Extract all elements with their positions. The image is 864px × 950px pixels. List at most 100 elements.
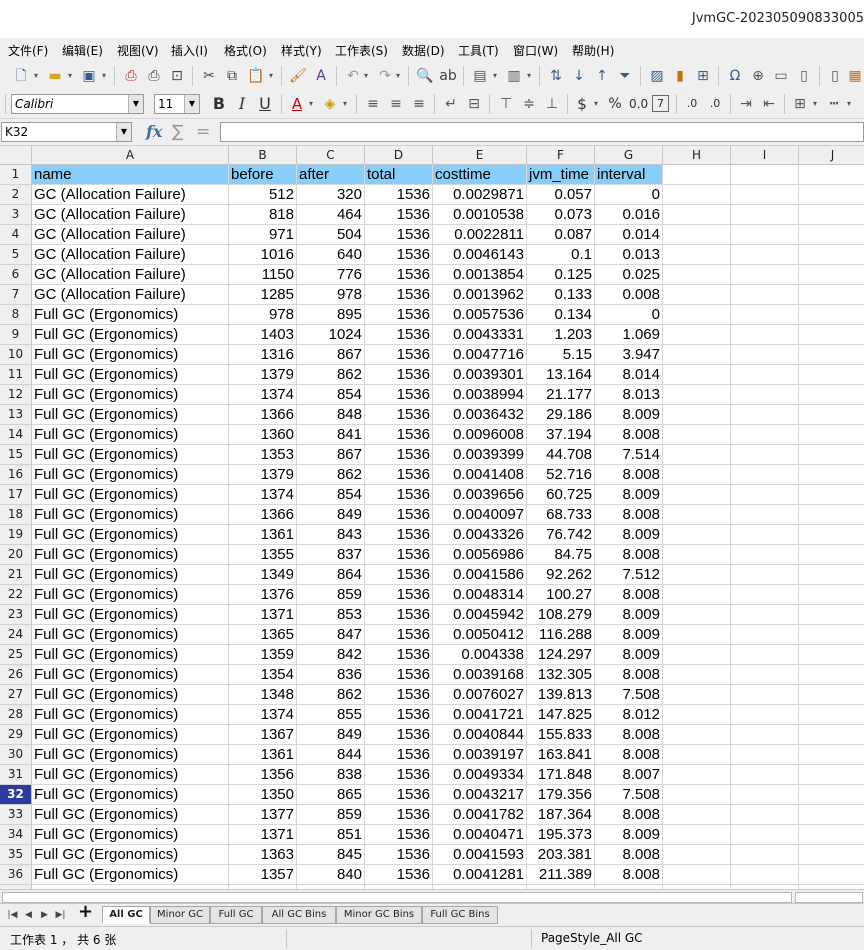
- data-cell[interactable]: 0.0039399: [433, 445, 527, 465]
- data-cell[interactable]: 0.0045942: [433, 605, 527, 625]
- data-cell[interactable]: 1536: [365, 785, 433, 805]
- data-cell[interactable]: 76.742: [527, 525, 595, 545]
- menu-item-6[interactable]: 工作表(S): [335, 42, 388, 59]
- data-cell[interactable]: 845: [297, 845, 365, 865]
- data-cell[interactable]: 838: [297, 765, 365, 785]
- empty-cell[interactable]: [731, 585, 799, 605]
- horizontal-scroll-thumb-right[interactable]: [795, 892, 863, 903]
- row-header[interactable]: 23: [0, 605, 32, 625]
- data-cell[interactable]: 1536: [365, 325, 433, 345]
- spelling-icon[interactable]: ab: [439, 67, 457, 85]
- data-cell[interactable]: 0.0036432: [433, 405, 527, 425]
- row-header[interactable]: 29: [0, 725, 32, 745]
- empty-cell[interactable]: [663, 825, 731, 845]
- column-header-f[interactable]: F: [527, 146, 595, 165]
- data-cell[interactable]: 8.008: [595, 805, 663, 825]
- data-cell[interactable]: 848: [297, 405, 365, 425]
- data-cell[interactable]: 1356: [229, 765, 297, 785]
- row-header[interactable]: 36: [0, 865, 32, 885]
- data-cell[interactable]: 132.305: [527, 665, 595, 685]
- data-cell[interactable]: 1536: [365, 765, 433, 785]
- empty-cell[interactable]: [731, 645, 799, 665]
- data-cell[interactable]: 1536: [365, 625, 433, 645]
- special-character-icon[interactable]: Ω: [726, 67, 744, 85]
- data-cell[interactable]: 8.008: [595, 585, 663, 605]
- column-icon[interactable]: ▥: [505, 67, 523, 85]
- data-cell[interactable]: Full GC (Ergonomics): [32, 685, 229, 705]
- data-cell[interactable]: 8.009: [595, 525, 663, 545]
- data-cell[interactable]: Full GC (Ergonomics): [32, 485, 229, 505]
- row-header[interactable]: 17: [0, 485, 32, 505]
- data-cell[interactable]: 1536: [365, 425, 433, 445]
- data-cell[interactable]: Full GC (Ergonomics): [32, 785, 229, 805]
- data-cell[interactable]: 1536: [365, 345, 433, 365]
- hyperlink-icon[interactable]: ⊕: [749, 67, 767, 85]
- save-dropdown-icon[interactable]: ▾: [100, 67, 108, 85]
- undo-icon[interactable]: ↶: [344, 67, 362, 85]
- data-cell[interactable]: Full GC (Ergonomics): [32, 565, 229, 585]
- data-cell[interactable]: 1348: [229, 685, 297, 705]
- data-cell[interactable]: 978: [297, 285, 365, 305]
- data-cell[interactable]: 1536: [365, 545, 433, 565]
- data-cell[interactable]: 1536: [365, 805, 433, 825]
- data-cell[interactable]: 837: [297, 545, 365, 565]
- empty-cell[interactable]: [731, 345, 799, 365]
- data-cell[interactable]: 8.009: [595, 625, 663, 645]
- data-cell[interactable]: 8.009: [595, 825, 663, 845]
- empty-cell[interactable]: [731, 785, 799, 805]
- empty-cell[interactable]: [799, 645, 864, 665]
- data-cell[interactable]: Full GC (Ergonomics): [32, 545, 229, 565]
- empty-cell[interactable]: [663, 805, 731, 825]
- font-color-dropdown-icon[interactable]: ▾: [307, 95, 315, 113]
- data-cell[interactable]: GC (Allocation Failure): [32, 245, 229, 265]
- data-cell[interactable]: 0: [595, 305, 663, 325]
- data-cell[interactable]: 1366: [229, 405, 297, 425]
- header-cell[interactable]: costtime: [433, 165, 527, 185]
- empty-cell[interactable]: [799, 685, 864, 705]
- data-cell[interactable]: Full GC (Ergonomics): [32, 405, 229, 425]
- data-cell[interactable]: 978: [229, 305, 297, 325]
- empty-cell[interactable]: [731, 865, 799, 885]
- menu-item-7[interactable]: 数据(D): [402, 42, 445, 59]
- data-cell[interactable]: 7.514: [595, 445, 663, 465]
- data-cell[interactable]: 1536: [365, 565, 433, 585]
- data-cell[interactable]: 139.813: [527, 685, 595, 705]
- data-cell[interactable]: 0.014: [595, 225, 663, 245]
- redo-icon[interactable]: ↷: [376, 67, 394, 85]
- data-cell[interactable]: Full GC (Ergonomics): [32, 385, 229, 405]
- empty-cell[interactable]: [663, 345, 731, 365]
- font-size-combo[interactable]: 11 ▼: [154, 94, 200, 114]
- formula-button[interactable]: =: [196, 122, 210, 142]
- data-cell[interactable]: Full GC (Ergonomics): [32, 585, 229, 605]
- bold-button[interactable]: B: [210, 95, 228, 113]
- header-cell[interactable]: total: [365, 165, 433, 185]
- menu-item-4[interactable]: 格式(O): [224, 42, 267, 59]
- data-cell[interactable]: GC (Allocation Failure): [32, 225, 229, 245]
- data-cell[interactable]: 1379: [229, 365, 297, 385]
- row-header[interactable]: 30: [0, 745, 32, 765]
- data-cell[interactable]: 1355: [229, 545, 297, 565]
- data-cell[interactable]: 8.014: [595, 365, 663, 385]
- empty-cell[interactable]: [731, 745, 799, 765]
- paste-icon[interactable]: 📋: [247, 67, 265, 85]
- wrap-text-icon[interactable]: ↵: [442, 95, 460, 113]
- data-cell[interactable]: 1536: [365, 705, 433, 725]
- add-decimal-icon[interactable]: .0: [683, 95, 701, 113]
- data-cell[interactable]: 179.356: [527, 785, 595, 805]
- sheet-tab[interactable]: All GC Bins: [262, 906, 336, 924]
- add-sheet-icon[interactable]: +: [78, 903, 93, 921]
- data-cell[interactable]: 1374: [229, 705, 297, 725]
- data-cell[interactable]: 1374: [229, 385, 297, 405]
- header-cell[interactable]: interval: [595, 165, 663, 185]
- data-cell[interactable]: 8.008: [595, 865, 663, 885]
- empty-cell[interactable]: [731, 685, 799, 705]
- align-middle-icon[interactable]: ≑: [520, 95, 538, 113]
- data-cell[interactable]: 1150: [229, 265, 297, 285]
- data-cell[interactable]: Full GC (Ergonomics): [32, 845, 229, 865]
- data-cell[interactable]: 854: [297, 485, 365, 505]
- row-header[interactable]: 35: [0, 845, 32, 865]
- data-cell[interactable]: 29.186: [527, 405, 595, 425]
- border-style-dropdown-icon[interactable]: ▾: [845, 95, 853, 113]
- row-header[interactable]: 26: [0, 665, 32, 685]
- row-header[interactable]: 31: [0, 765, 32, 785]
